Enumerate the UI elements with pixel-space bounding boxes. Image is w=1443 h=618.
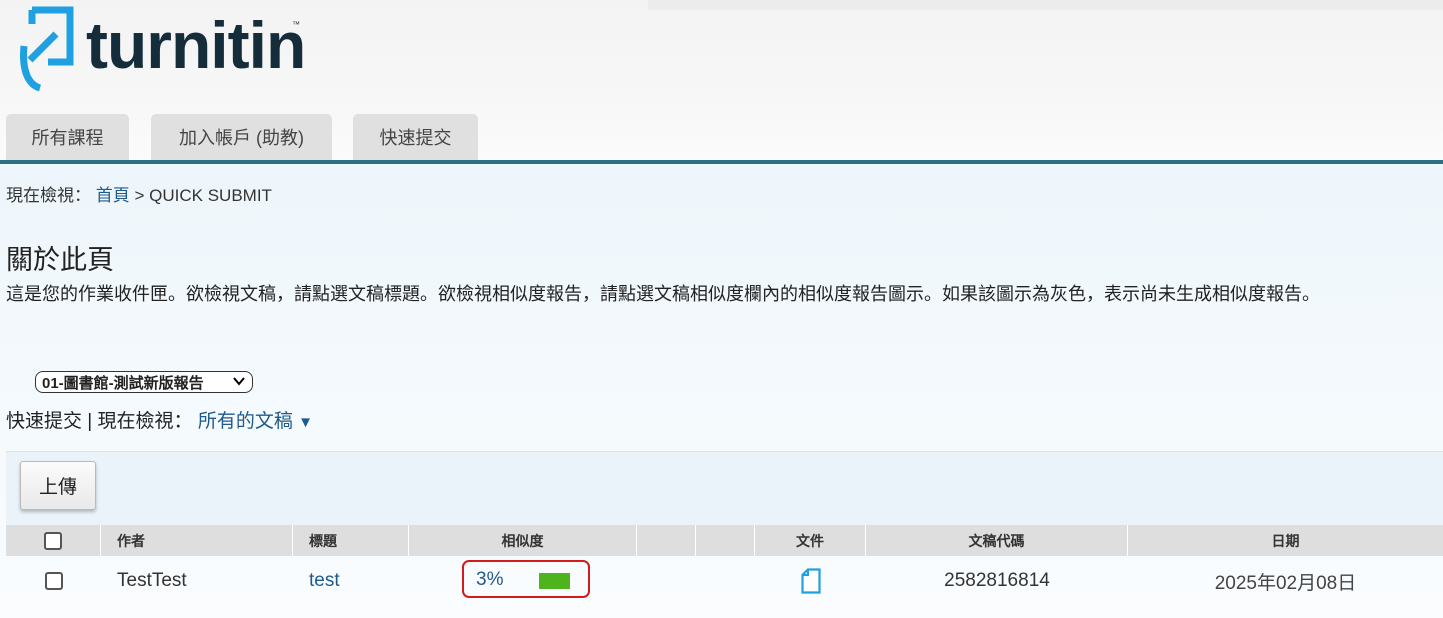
header-strip	[648, 0, 1443, 10]
row-author: TestTest	[117, 570, 187, 591]
header-file[interactable]: 文件	[755, 525, 866, 556]
about-title: 關於此頁	[6, 245, 114, 275]
similarity-bar[interactable]	[539, 573, 570, 589]
header-author[interactable]: 作者	[101, 525, 293, 556]
header-empty-1	[637, 525, 696, 556]
trademark-mark: ™	[292, 20, 300, 29]
row-checkbox[interactable]	[44, 572, 63, 590]
row-paper-id: 2582816814	[944, 570, 1050, 591]
view-filter-link[interactable]: 所有的文稿 ▼	[198, 411, 313, 432]
tab-quick-submit[interactable]: 快速提交	[353, 114, 478, 160]
document-icon[interactable]	[800, 568, 821, 594]
about-description: 這是您的作業收件匣。欲檢視文稿，請點選文稿標題。欲檢視相似度報告，請點選文稿相似…	[6, 284, 1320, 304]
header-similarity[interactable]: 相似度	[409, 525, 637, 556]
breadcrumb-current: QUICK SUBMIT	[149, 186, 272, 205]
row-title-link[interactable]: test	[309, 556, 409, 606]
viewing-separator: |	[87, 411, 93, 432]
breadcrumb-home-link[interactable]: 首頁	[96, 186, 130, 205]
similarity-score-link[interactable]: 3%	[476, 569, 503, 591]
inbox-toolbar: 上傳	[6, 451, 1443, 526]
header-empty-2	[696, 525, 755, 556]
similarity-highlight: 3%	[462, 560, 590, 598]
header-paper-id[interactable]: 文稿代碼	[866, 525, 1128, 556]
viewing-section: 快速提交	[6, 411, 83, 432]
viewing-bar: 快速提交 | 現在檢視： 所有的文稿 ▼	[6, 406, 313, 433]
breadcrumb-separator: >	[134, 186, 145, 205]
tab-join-account-ta[interactable]: 加入帳戶 (助教)	[151, 114, 332, 160]
brand-name: turnitin	[86, 8, 306, 82]
breadcrumb-prefix: 現在檢視：	[6, 186, 91, 205]
header-title[interactable]: 標題	[293, 525, 409, 556]
breadcrumb: 現在檢視： 首頁 > QUICK SUBMIT	[6, 181, 272, 206]
header-select-all	[6, 525, 101, 556]
chevron-down-icon	[233, 377, 245, 386]
row-file-cell	[755, 556, 866, 606]
view-filter-label: 所有的文稿	[197, 411, 293, 432]
page-header: turnitin ™ 所有課程 加入帳戶 (助教) 快速提交	[0, 0, 1443, 160]
header-date[interactable]: 日期	[1128, 525, 1443, 556]
folder-select-value: 01-圖書館-測試新版報告	[42, 374, 204, 392]
row-date: 2025年02月08日	[1214, 572, 1357, 594]
turnitin-logo-icon	[20, 6, 74, 92]
viewing-prefix: 現在檢視：	[97, 411, 193, 432]
upload-button[interactable]: 上傳	[20, 461, 96, 510]
dropdown-arrow-icon: ▼	[298, 414, 313, 431]
table-row: TestTest test 3% 2582816814 2025年02月08日	[6, 556, 1443, 606]
tab-all-courses[interactable]: 所有課程	[6, 114, 129, 160]
main-content: 現在檢視： 首頁 > QUICK SUBMIT 關於此頁 這是您的作業收件匣。欲…	[0, 164, 1443, 618]
folder-select[interactable]: 01-圖書館-測試新版報告	[35, 371, 253, 393]
turnitin-logo[interactable]	[18, 4, 78, 94]
table-header: 作者 標題 相似度 文件 文稿代碼 日期	[6, 525, 1443, 556]
row-select-cell	[6, 556, 101, 606]
select-all-checkbox[interactable]	[44, 531, 62, 550]
